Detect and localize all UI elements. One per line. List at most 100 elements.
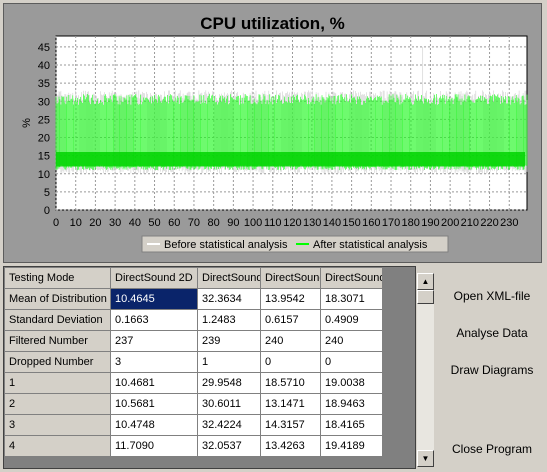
table-cell[interactable]: 11.7090: [110, 435, 198, 457]
x-tick-label: 190: [421, 217, 439, 229]
table-cell[interactable]: 32.0537: [197, 435, 261, 457]
table-cell[interactable]: 13.9542: [260, 288, 321, 310]
y-tick-label: 10: [38, 169, 50, 181]
table-row: Dropped Number 3 1 0 0: [4, 351, 383, 373]
results-grid: Testing Mode DirectSound 2D DirectSound Dir…: [3, 266, 416, 469]
table-cell[interactable]: 29.9548: [197, 372, 261, 394]
close-program-button[interactable]: Close Program: [441, 438, 543, 460]
table-cell[interactable]: 14.3157: [260, 414, 321, 436]
column-header-directsound[interactable]: DirectSound: [320, 267, 383, 289]
x-tick-label: 0: [53, 217, 59, 229]
table-cell[interactable]: 18.3071: [320, 288, 383, 310]
legend-after-label: After statistical analysis: [313, 239, 428, 251]
table-cell[interactable]: 10.4681: [110, 372, 198, 394]
x-tick-label: 230: [500, 217, 518, 229]
table-cell[interactable]: 0.1663: [110, 309, 198, 331]
x-tick-label: 70: [188, 217, 200, 229]
x-tick-label: 160: [362, 217, 380, 229]
table-cell[interactable]: 18.4165: [320, 414, 383, 436]
y-tick-label: 25: [38, 114, 50, 126]
table-cell[interactable]: 13.1471: [260, 393, 321, 415]
row-header[interactable]: Standard Deviation: [4, 309, 111, 331]
table-cell[interactable]: 18.5710: [260, 372, 321, 394]
x-tick-label: 80: [208, 217, 220, 229]
scroll-up-button[interactable]: ▲: [417, 273, 434, 290]
x-tick-label: 210: [461, 217, 479, 229]
vertical-scrollbar[interactable]: ▲ ▼: [417, 273, 434, 467]
y-axis-label: %: [21, 118, 33, 128]
x-tick-label: 110: [264, 217, 282, 229]
table-cell[interactable]: 1: [197, 351, 261, 373]
row-header[interactable]: 4: [4, 435, 111, 457]
scroll-thumb[interactable]: [417, 290, 434, 304]
y-tick-label: 45: [38, 42, 50, 54]
table-row: Filtered Number 237 239 240 240: [4, 330, 383, 352]
x-tick-label: 220: [480, 217, 498, 229]
table-cell[interactable]: 240: [260, 330, 321, 352]
analyse-data-button[interactable]: Analyse Data: [441, 322, 543, 344]
row-header[interactable]: 1: [4, 372, 111, 394]
table-cell[interactable]: 18.9463: [320, 393, 383, 415]
x-tick-label: 170: [382, 217, 400, 229]
column-header-testing-mode[interactable]: Testing Mode: [4, 267, 111, 289]
legend-before-label: Before statistical analysis: [164, 239, 288, 251]
x-tick-label: 20: [89, 217, 101, 229]
column-header-directsound[interactable]: DirectSound: [197, 267, 261, 289]
row-header[interactable]: Dropped Number: [4, 351, 111, 373]
row-header[interactable]: Mean of Distribution: [4, 288, 111, 310]
column-header-directsound[interactable]: DirectSound 2D: [110, 267, 198, 289]
table-cell[interactable]: 0.4909: [320, 309, 383, 331]
x-tick-label: 150: [342, 217, 360, 229]
x-tick-label: 140: [323, 217, 341, 229]
row-header[interactable]: 3: [4, 414, 111, 436]
x-tick-label: 100: [244, 217, 262, 229]
x-tick-label: 120: [283, 217, 301, 229]
column-header-directsound[interactable]: DirectSound: [260, 267, 321, 289]
table-cell[interactable]: 0.6157: [260, 309, 321, 331]
row-header[interactable]: Filtered Number: [4, 330, 111, 352]
draw-diagrams-button[interactable]: Draw Diagrams: [441, 359, 543, 381]
y-tick-label: 15: [38, 151, 50, 163]
table-cell[interactable]: 19.0038: [320, 372, 383, 394]
table-cell[interactable]: 3: [110, 351, 198, 373]
x-tick-label: 40: [129, 217, 141, 229]
table-cell[interactable]: 1.2483: [197, 309, 261, 331]
series-after-core: [56, 152, 525, 167]
x-tick-label: 180: [402, 217, 420, 229]
table-cell[interactable]: 239: [197, 330, 261, 352]
table-header-row: Testing Mode DirectSound 2D DirectSound Dir…: [4, 267, 383, 289]
y-tick-label: 0: [44, 205, 50, 217]
table-cell[interactable]: 13.4263: [260, 435, 321, 457]
y-tick-label: 30: [38, 96, 50, 108]
x-tick-label: 200: [441, 217, 459, 229]
table-row: 3 10.4748 32.4224 14.3157 18.4165: [4, 414, 383, 436]
table-cell[interactable]: 237: [110, 330, 198, 352]
x-tick-label: 10: [70, 217, 82, 229]
cpu-chart: 0 5 10 15 20 25 30 35 40 45 0 10 20 30 40 50 60 70 80 90 100…: [21, 35, 528, 253]
table-cell[interactable]: 32.4224: [197, 414, 261, 436]
x-tick-label: 60: [168, 217, 180, 229]
open-xml-button[interactable]: Open XML-file: [441, 285, 543, 307]
y-tick-label: 20: [38, 133, 50, 145]
results-table: Testing Mode DirectSound 2D DirectSound Dir…: [4, 267, 383, 457]
table-row: 1 10.4681 29.9548 18.5710 19.0038: [4, 372, 383, 394]
table-cell[interactable]: 32.3634: [197, 288, 261, 310]
y-tick-label: 35: [38, 78, 50, 90]
table-row: Mean of Distribution 10.4645 32.3634 13.954…: [4, 288, 383, 310]
row-header[interactable]: 2: [4, 393, 111, 415]
x-tick-label: 50: [148, 217, 160, 229]
x-tick-label: 30: [109, 217, 121, 229]
table-cell[interactable]: 0: [320, 351, 383, 373]
table-cell[interactable]: 10.4645: [110, 288, 198, 310]
table-cell[interactable]: 10.5681: [110, 393, 198, 415]
table-cell[interactable]: 30.6011: [197, 393, 261, 415]
x-tick-label: 130: [303, 217, 321, 229]
table-cell[interactable]: 10.4748: [110, 414, 198, 436]
table-cell[interactable]: 0: [260, 351, 321, 373]
table-cell[interactable]: 240: [320, 330, 383, 352]
scroll-down-button[interactable]: ▼: [417, 450, 434, 467]
table-row: 4 11.7090 32.0537 13.4263 19.4189: [4, 435, 383, 457]
y-tick-label: 5: [44, 187, 50, 199]
table-row: Standard Deviation 0.1663 1.2483 0.6157 0.49…: [4, 309, 383, 331]
table-cell[interactable]: 19.4189: [320, 435, 383, 457]
